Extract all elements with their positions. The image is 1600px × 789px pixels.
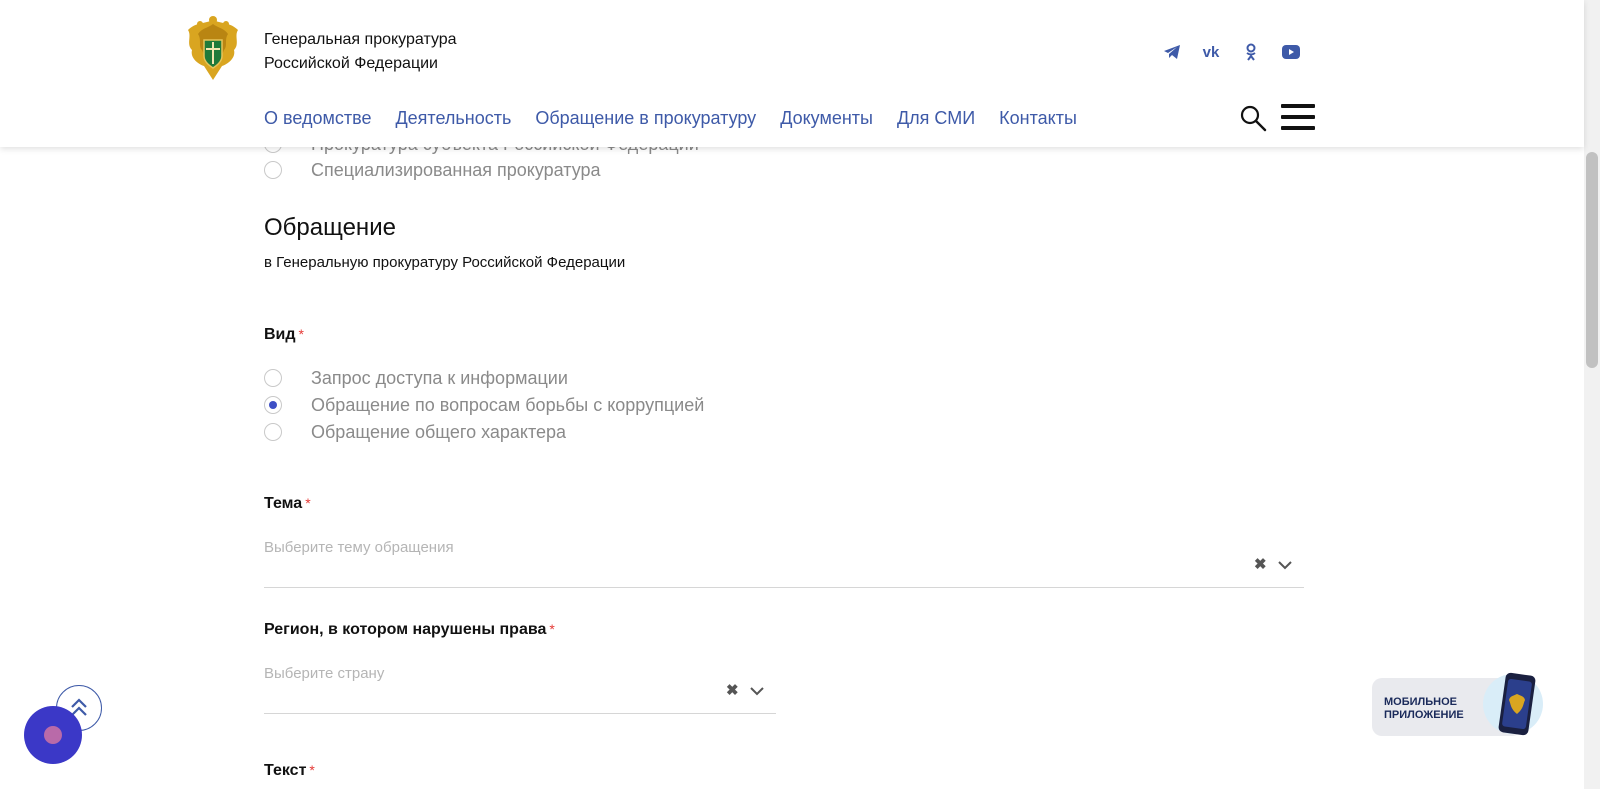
topic-placeholder: Выберите тему обращения xyxy=(264,539,454,556)
mobile-app-line1: МОБИЛЬНОЕ xyxy=(1384,696,1457,708)
nav-item-activity[interactable]: Деятельность xyxy=(395,104,511,132)
radio-option-specialized-prosecutor[interactable]: Специализированная прокуратура xyxy=(264,157,601,183)
topic-label: Тема * xyxy=(264,495,311,513)
nav-item-appeal[interactable]: Обращение в прокуратуру xyxy=(535,104,756,132)
radio-option-corruption[interactable]: Обращение по вопросам борьбы с коррупцие… xyxy=(264,392,704,418)
required-mark: * xyxy=(549,621,555,637)
topic-select[interactable]: Выберите тему обращения ✖ xyxy=(264,539,1304,588)
phone-icon[interactable] xyxy=(1482,668,1544,740)
chat-widget-button[interactable] xyxy=(24,706,82,764)
region-label: Регион, в котором нарушены права * xyxy=(264,621,555,639)
telegram-icon[interactable] xyxy=(1160,40,1184,64)
region-label-text: Регион, в котором нарушены права xyxy=(264,621,547,638)
org-name-line1: Генеральная прокуратура xyxy=(264,31,457,48)
radio-option-info-request[interactable]: Запрос доступа к информации xyxy=(264,365,568,391)
mobile-app-text: МОБИЛЬНОЕ ПРИЛОЖЕНИЕ xyxy=(1384,696,1464,722)
scrollbar-track[interactable] xyxy=(1584,0,1600,789)
radio-label: Запрос доступа к информации xyxy=(311,367,568,388)
text-label: Текст * xyxy=(264,762,315,780)
mobile-app-line2: ПРИЛОЖЕНИЕ xyxy=(1384,709,1464,721)
site-header: Генеральная прокуратура Российской Федер… xyxy=(0,0,1584,147)
required-mark: * xyxy=(298,326,304,342)
chevron-down-icon[interactable] xyxy=(1278,560,1292,570)
type-label-text: Вид xyxy=(264,326,296,343)
scrollbar-thumb[interactable] xyxy=(1586,152,1598,368)
radio-option-general[interactable]: Обращение общего характера xyxy=(264,419,566,445)
topic-label-text: Тема xyxy=(264,495,303,512)
nav-item-contacts[interactable]: Контакты xyxy=(999,104,1077,132)
vk-icon[interactable]: vk xyxy=(1199,40,1223,64)
org-name-line2: Российской Федерации xyxy=(264,55,438,72)
menu-icon[interactable] xyxy=(1281,104,1315,130)
org-name[interactable]: Генеральная прокуратура Российской Федер… xyxy=(264,28,457,76)
radio-button[interactable] xyxy=(264,423,282,441)
odnoklassniki-icon[interactable] xyxy=(1239,40,1263,64)
radio-label: Специализированная прокуратура xyxy=(311,159,601,180)
search-icon[interactable] xyxy=(1239,104,1267,132)
nav-item-about[interactable]: О ведомстве xyxy=(264,104,371,132)
appeal-subtitle: в Генеральную прокуратуру Российской Фед… xyxy=(264,254,626,271)
youtube-icon[interactable] xyxy=(1279,40,1303,64)
region-select[interactable]: Выберите страну ✖ xyxy=(264,665,776,714)
clear-icon[interactable]: ✖ xyxy=(726,681,739,699)
radio-label: Обращение общего характера xyxy=(311,421,567,442)
radio-button[interactable] xyxy=(264,161,282,179)
nav-item-media[interactable]: Для СМИ xyxy=(897,104,975,132)
text-label-text: Текст xyxy=(264,762,307,779)
clear-icon[interactable]: ✖ xyxy=(1254,555,1267,573)
required-mark: * xyxy=(305,495,311,511)
radio-label: Обращение по вопросам борьбы с коррупцие… xyxy=(311,394,705,415)
chat-icon xyxy=(44,726,62,744)
nav-item-documents[interactable]: Документы xyxy=(780,104,873,132)
radio-button-checked[interactable] xyxy=(264,396,282,414)
emblem-logo[interactable] xyxy=(182,14,244,84)
chevron-down-icon[interactable] xyxy=(750,686,764,696)
required-mark: * xyxy=(309,762,315,778)
appeal-title: Обращение xyxy=(264,214,396,241)
region-placeholder: Выберите страну xyxy=(264,665,385,682)
radio-button[interactable] xyxy=(264,369,282,387)
main-nav: О ведомстве Деятельность Обращение в про… xyxy=(264,104,1101,132)
type-label: Вид * xyxy=(264,326,304,344)
